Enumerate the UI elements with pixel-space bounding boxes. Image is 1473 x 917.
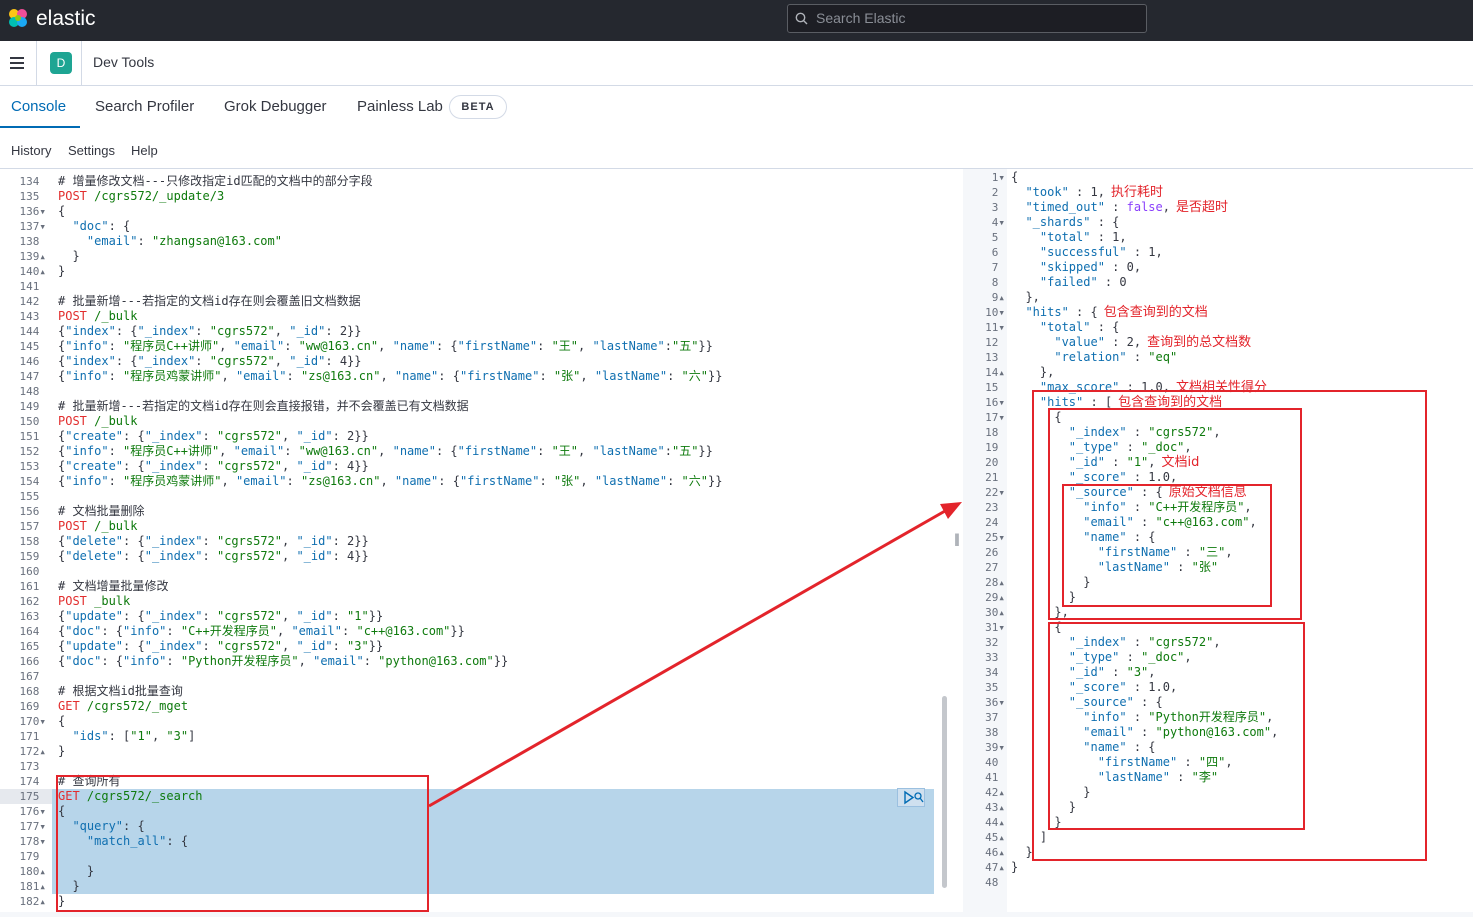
annotation-arrow <box>428 502 962 808</box>
status-strip <box>0 912 1473 917</box>
